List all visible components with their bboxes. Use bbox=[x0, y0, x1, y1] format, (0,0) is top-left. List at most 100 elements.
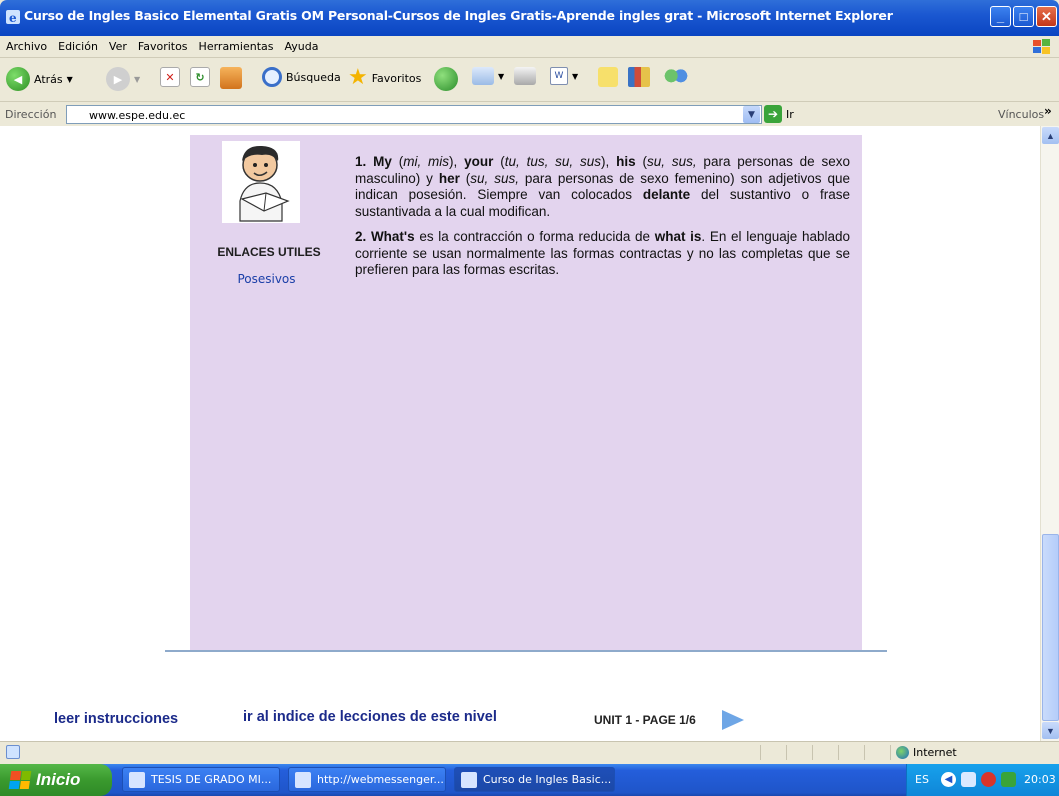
menu-ver[interactable]: Ver bbox=[103, 36, 132, 53]
forward-button[interactable]: ▶ ▼ bbox=[106, 67, 140, 91]
links-label[interactable]: Vínculos bbox=[998, 108, 1044, 121]
tray-network-icon[interactable] bbox=[1001, 772, 1016, 787]
messenger-icon bbox=[664, 67, 688, 89]
menu-archivo[interactable]: Archivo bbox=[0, 36, 52, 53]
word-icon: W bbox=[550, 67, 568, 85]
lesson-index-link[interactable]: ir al indice de lecciones de este nivel bbox=[243, 709, 497, 725]
clock: 20:03 bbox=[1024, 773, 1056, 786]
stop-button[interactable]: ✕ bbox=[160, 67, 180, 87]
close-button[interactable]: ✕ bbox=[1036, 6, 1057, 27]
status-divider bbox=[838, 745, 839, 760]
messenger-button[interactable] bbox=[664, 67, 688, 89]
favorites-button[interactable]: ★ Favoritos bbox=[348, 67, 421, 89]
next-page-arrow-icon[interactable] bbox=[722, 710, 744, 730]
address-label: Dirección bbox=[5, 108, 57, 121]
language-indicator[interactable]: ES bbox=[915, 773, 929, 786]
taskbar-item-curso[interactable]: Curso de Ingles Basic... bbox=[454, 767, 615, 792]
mail-dropdown-icon[interactable]: ▼ bbox=[498, 72, 504, 81]
print-button[interactable] bbox=[514, 67, 536, 85]
forward-dropdown-icon[interactable]: ▼ bbox=[134, 75, 140, 84]
lesson-content: 1. My (mi, mis), your (tu, tus, su, sus)… bbox=[355, 154, 850, 288]
home-icon bbox=[220, 67, 242, 89]
menu-favoritos[interactable]: Favoritos bbox=[132, 36, 193, 53]
address-dropdown-icon[interactable]: ▼ bbox=[743, 106, 760, 123]
menu-herramientas[interactable]: Herramientas bbox=[193, 36, 279, 53]
student-reading-illustration bbox=[222, 141, 300, 223]
refresh-icon: ↻ bbox=[190, 67, 210, 87]
forward-arrow-icon: ▶ bbox=[106, 67, 130, 91]
link-posesivos[interactable]: Posesivos bbox=[204, 272, 329, 286]
address-url: www.espe.edu.ec bbox=[89, 109, 186, 122]
go-label: Ir bbox=[786, 107, 794, 121]
unit-page-indicator: UNIT 1 - PAGE 1/6 bbox=[594, 713, 696, 727]
status-divider bbox=[890, 745, 891, 760]
lesson-note-2: 2. What's es la contracción o forma redu… bbox=[355, 229, 851, 277]
zone-label: Internet bbox=[913, 746, 957, 759]
refresh-button[interactable]: ↻ bbox=[190, 67, 210, 87]
printer-icon bbox=[514, 67, 536, 85]
menu-bar: Archivo Edición Ver Favoritos Herramientas Ay… bbox=[0, 36, 1059, 58]
lesson-panel: ENLACES UTILES Posesivos 1. My (mi, mis)… bbox=[190, 135, 862, 652]
task-label: TESIS DE GRADO MI... bbox=[151, 773, 272, 786]
status-divider bbox=[760, 745, 761, 760]
back-label: Atrás bbox=[34, 72, 63, 86]
research-button[interactable] bbox=[628, 67, 650, 87]
back-dropdown-icon[interactable]: ▼ bbox=[67, 75, 73, 84]
window-title: Curso de Ingles Basico Elemental Gratis … bbox=[24, 8, 893, 23]
taskbar-item-word[interactable]: TESIS DE GRADO MI... bbox=[122, 767, 280, 792]
back-button[interactable]: ◀ Atrás ▼ bbox=[6, 67, 73, 91]
word-doc-icon bbox=[129, 771, 145, 788]
edit-dropdown-icon[interactable]: ▼ bbox=[572, 72, 578, 81]
address-bar: Dirección www.espe.edu.ec ▼ ➔ Ir Vínculo… bbox=[0, 103, 1059, 125]
scroll-down-icon[interactable]: ▼ bbox=[1042, 722, 1059, 739]
notes-button[interactable] bbox=[598, 67, 618, 87]
favorites-label: Favoritos bbox=[371, 71, 422, 85]
scroll-thumb[interactable] bbox=[1042, 534, 1059, 721]
home-button[interactable] bbox=[220, 67, 242, 89]
ie-page-icon bbox=[295, 771, 311, 788]
search-button[interactable]: Búsqueda bbox=[262, 67, 341, 87]
vertical-scrollbar[interactable]: ▲ ▼ bbox=[1040, 126, 1059, 741]
windows-flag-icon bbox=[8, 771, 32, 789]
research-books-icon bbox=[628, 67, 650, 87]
windows-logo-icon bbox=[1033, 39, 1050, 54]
maximize-button[interactable]: □ bbox=[1013, 6, 1034, 27]
task-label: Curso de Ingles Basic... bbox=[483, 773, 612, 786]
menu-ayuda[interactable]: Ayuda bbox=[278, 36, 323, 53]
menu-edicion[interactable]: Edición bbox=[52, 36, 103, 53]
toolbar: ◀ Atrás ▼ ▶ ▼ ✕ ↻ Búsqueda ★ Favoritos ▼… bbox=[0, 59, 1059, 102]
taskbar-item-webmessenger[interactable]: http://webmessenger... bbox=[288, 767, 446, 792]
task-label: http://webmessenger... bbox=[317, 773, 444, 786]
minimize-button[interactable]: _ bbox=[990, 6, 1011, 27]
internet-globe-icon bbox=[896, 746, 909, 759]
search-label: Búsqueda bbox=[286, 70, 341, 84]
go-button[interactable]: ➔ Ir bbox=[764, 105, 794, 123]
status-divider bbox=[812, 745, 813, 760]
system-tray: ES ◀ 20:03 bbox=[906, 764, 1059, 796]
read-instructions-link[interactable]: leer instrucciones bbox=[54, 711, 178, 727]
history-button[interactable] bbox=[434, 67, 458, 91]
mail-button[interactable]: ▼ bbox=[472, 67, 504, 85]
svg-text:e: e bbox=[9, 11, 17, 24]
scroll-up-icon[interactable]: ▲ bbox=[1042, 127, 1059, 144]
notes-icon bbox=[598, 67, 618, 87]
status-bar: Internet bbox=[0, 741, 1059, 763]
status-divider bbox=[786, 745, 787, 760]
tray-expand-icon[interactable]: ◀ bbox=[941, 772, 956, 787]
edit-word-button[interactable]: W ▼ bbox=[550, 67, 578, 85]
start-label: Inicio bbox=[36, 770, 81, 789]
stop-icon: ✕ bbox=[160, 67, 180, 87]
go-arrow-icon: ➔ bbox=[764, 105, 782, 123]
start-button[interactable]: Inicio bbox=[0, 764, 112, 796]
history-icon bbox=[434, 67, 458, 91]
address-input[interactable]: www.espe.edu.ec bbox=[66, 105, 762, 124]
status-divider bbox=[864, 745, 865, 760]
tray-app-icon[interactable] bbox=[961, 772, 976, 787]
lesson-note-1: 1. My (mi, mis), your (tu, tus, su, sus)… bbox=[355, 154, 851, 219]
divider bbox=[165, 650, 887, 652]
favorites-star-icon: ★ bbox=[348, 65, 368, 90]
ie-page-icon bbox=[461, 771, 477, 788]
links-chevron-icon[interactable]: » bbox=[1044, 104, 1052, 118]
title-bar: e Curso de Ingles Basico Elemental Grati… bbox=[0, 0, 1059, 36]
tray-security-icon[interactable] bbox=[981, 772, 996, 787]
